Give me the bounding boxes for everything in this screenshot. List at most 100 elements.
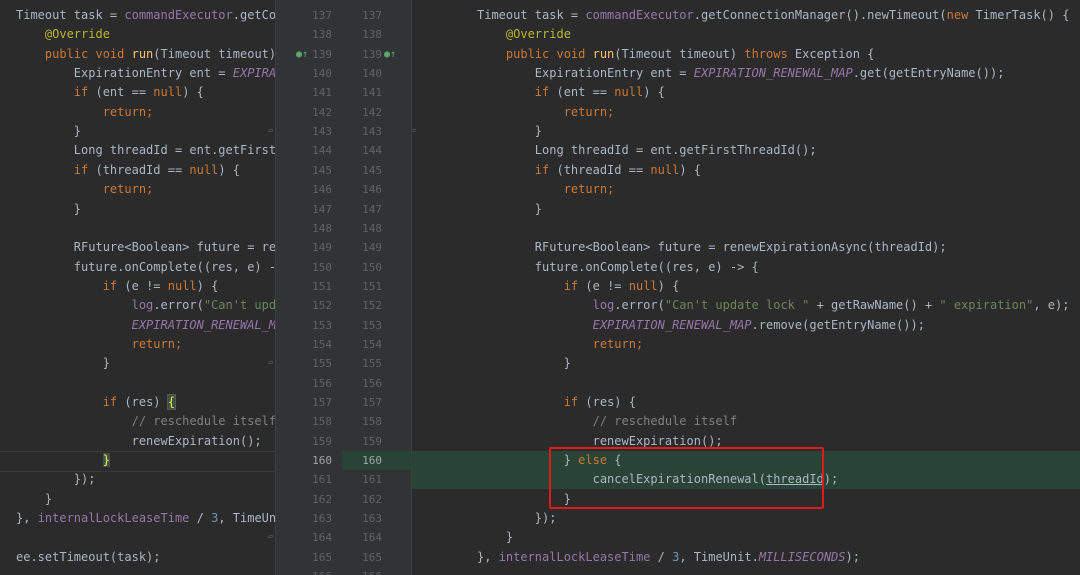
- line-number-left: 159: [312, 434, 332, 448]
- code-line[interactable]: log.error("Can't upd: [0, 296, 276, 315]
- code-line[interactable]: }, internalLockLeaseTime / 3, TimeUnit.M…: [411, 548, 1080, 567]
- code-text: return;: [477, 335, 644, 354]
- code-line[interactable]: [0, 374, 276, 393]
- code-line[interactable]: }: [411, 122, 1080, 141]
- code-line[interactable]: [0, 528, 276, 547]
- line-number-left: 158: [312, 415, 332, 429]
- code-token: null: [189, 162, 219, 177]
- line-number-left: 151: [312, 279, 332, 293]
- code-token: renewExpiration();: [477, 433, 723, 448]
- code-line[interactable]: Timeout task = commandExecutor.getConnec…: [411, 6, 1080, 25]
- code-line[interactable]: @Override: [411, 25, 1080, 44]
- fold-icon[interactable]: ▱: [268, 358, 273, 368]
- gutter-row: 165 165: [276, 548, 411, 567]
- code-line[interactable]: public void run(Timeout timeout) throws …: [411, 45, 1080, 64]
- line-number-left: 145: [312, 163, 332, 177]
- code-line[interactable]: future.onComplete((res, e) -: [0, 258, 276, 277]
- code-line[interactable]: EXPIRATION_RENEWAL_MAP.remove(getEntryNa…: [411, 316, 1080, 335]
- code-line[interactable]: // reschedule itself: [411, 412, 1080, 431]
- code-line[interactable]: ExpirationEntry ent = EXPIRATION_RENEWAL…: [411, 64, 1080, 83]
- code-line[interactable]: }: [0, 451, 276, 470]
- code-line[interactable]: if (res) {: [0, 393, 276, 412]
- code-line[interactable]: return;: [0, 180, 276, 199]
- code-token: null: [167, 278, 197, 293]
- code-line[interactable]: });: [411, 509, 1080, 528]
- line-number-right: 144: [362, 144, 382, 158]
- code-token: ) {: [679, 162, 701, 177]
- code-line[interactable]: }: [0, 490, 276, 509]
- code-line[interactable]: if (res) {: [411, 393, 1080, 412]
- code-line[interactable]: if (ent == null) {: [411, 83, 1080, 102]
- code-token: .error(: [614, 298, 665, 313]
- code-token: if: [563, 395, 586, 409]
- code-line[interactable]: ee.setTimeout(task);: [0, 548, 276, 567]
- code-line[interactable]: if (threadId == null) {: [0, 161, 276, 180]
- code-line[interactable]: renewExpiration();: [0, 432, 276, 451]
- code-line[interactable]: Long threadId = ent.getFirst: [0, 141, 276, 160]
- fold-icon[interactable]: ▱: [268, 126, 273, 136]
- code-line[interactable]: [0, 219, 276, 238]
- code-line[interactable]: EXPIRATION_RENEWAL_M: [0, 316, 276, 335]
- code-line[interactable]: RFuture<Boolean> future = re: [0, 238, 276, 257]
- code-line[interactable]: }: [0, 200, 276, 219]
- code-line[interactable]: return;: [411, 335, 1080, 354]
- code-line[interactable]: return;: [0, 335, 276, 354]
- code-token: public void: [505, 46, 593, 61]
- code-token: internalLockLeaseTime: [498, 549, 651, 564]
- code-line[interactable]: public void run(Timeout timeout): [0, 45, 276, 64]
- code-line[interactable]: Timeout task = commandExecutor.getCo: [0, 6, 276, 25]
- code-text: }, internalLockLeaseTime / 3, TimeUnit.M…: [477, 548, 860, 567]
- left-pane-divider: [275, 0, 276, 575]
- line-number-left: 161: [312, 473, 332, 487]
- code-line[interactable]: });: [0, 470, 276, 489]
- fold-icon[interactable]: ▱: [268, 532, 273, 542]
- code-line[interactable]: log.error("Can't update lock " + getRawN…: [411, 296, 1080, 315]
- code-line[interactable]: return;: [411, 103, 1080, 122]
- right-pane-divider: [411, 0, 412, 575]
- code-line[interactable]: return;: [411, 180, 1080, 199]
- code-token: ) {: [182, 85, 204, 100]
- code-token: EXPIRATION_RENEWAL_M: [131, 317, 276, 332]
- gutter-row: 144 144: [276, 141, 411, 160]
- gutter-row: 163 163: [276, 509, 411, 528]
- code-line[interactable]: [411, 374, 1080, 393]
- override-marker-icon[interactable]: ●↑: [384, 45, 396, 64]
- override-marker-icon[interactable]: ●↑: [296, 45, 308, 64]
- code-line[interactable]: }: [0, 122, 276, 141]
- code-text: }: [16, 451, 110, 470]
- code-line[interactable]: Long threadId = ent.getFirstThreadId();: [411, 141, 1080, 160]
- code-line[interactable]: RFuture<Boolean> future = renewExpiratio…: [411, 238, 1080, 257]
- line-number-right: 155: [362, 357, 382, 371]
- code-line[interactable]: }, internalLockLeaseTime / 3, TimeUn: [0, 509, 276, 528]
- code-line[interactable]: // reschedule itself: [0, 412, 276, 431]
- line-number-right: 147: [362, 202, 382, 216]
- code-line[interactable]: }: [411, 354, 1080, 373]
- code-line[interactable]: }: [411, 200, 1080, 219]
- code-token: internalLockLeaseTime: [37, 511, 190, 526]
- code-line[interactable]: [411, 219, 1080, 238]
- code-line[interactable]: future.onComplete((res, e) -> {: [411, 258, 1080, 277]
- code-text: ExpirationEntry ent = EXPIRA: [16, 64, 276, 83]
- code-text: if (e != null) {: [16, 277, 219, 296]
- code-line[interactable]: [411, 567, 1080, 575]
- code-line[interactable]: if (ent == null) {: [0, 83, 276, 102]
- code-line[interactable]: return;: [0, 103, 276, 122]
- code-token: return;: [563, 104, 615, 119]
- code-line[interactable]: if (threadId == null) {: [411, 161, 1080, 180]
- left-code-pane[interactable]: Timeout task = commandExecutor.getCo @Ov…: [0, 0, 276, 575]
- code-line[interactable]: }: [0, 354, 276, 373]
- gutter-row: 158 158: [276, 412, 411, 431]
- code-text: }: [16, 122, 81, 141]
- code-line[interactable]: if (e != null) {: [411, 277, 1080, 296]
- code-line[interactable]: @Override: [0, 25, 276, 44]
- code-line[interactable]: if (e != null) {: [0, 277, 276, 296]
- code-line[interactable]: }: [411, 528, 1080, 547]
- code-line[interactable]: ExpirationEntry ent = EXPIRA: [0, 64, 276, 83]
- code-line[interactable]: [0, 567, 276, 575]
